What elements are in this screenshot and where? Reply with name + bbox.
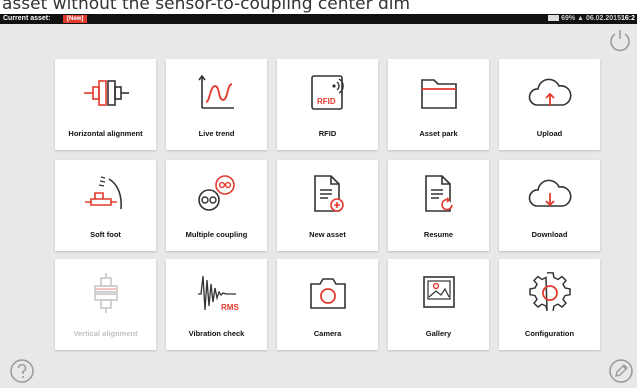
camera-icon [309,278,346,309]
tile-vertical-alignment[interactable]: Vertical alignment [55,259,156,350]
horizontal-alignment-icon [83,80,129,106]
resume-document-icon [424,175,453,212]
status-time: 16:2 [620,15,635,22]
tile-configuration[interactable]: Configuration [499,259,600,350]
tile-live-trend[interactable]: Live trend [166,59,267,150]
tile-vibration-check[interactable]: RMS Vibration check [166,259,267,350]
tile-rfid[interactable]: RFID RFID [277,59,378,150]
tile-soft-foot[interactable]: Soft foot [55,160,156,251]
new-document-icon [313,175,344,212]
battery-icon [548,15,560,21]
tile-label: Camera [313,329,342,338]
tile-label: Multiple coupling [185,230,248,239]
tile-label: Live trend [198,129,235,138]
tile-label: Download [531,230,568,239]
tile-label: Horizontal alignment [68,129,143,138]
tile-label: Soft foot [90,230,121,239]
tile-label: Vertical alignment [73,329,138,338]
tile-camera[interactable]: Camera [277,259,378,350]
status-right: 69% ▲ 06.02.201516:2 [548,14,635,24]
signal-icon: ▲ [577,15,584,22]
cloud-upload-icon [528,78,571,106]
multiple-coupling-icon [197,175,235,211]
current-asset-value[interactable]: [New] [63,15,88,23]
tile-label: New asset [309,230,346,239]
rfid-icon: RFID [310,75,344,110]
gear-icon [528,272,571,311]
gallery-icon [422,276,455,308]
status-bar: Current asset: [New] 69% ▲ 06.02.201516:… [0,14,637,24]
rms-icon-text: RMS [221,303,239,312]
current-asset-label: Current asset: [3,15,51,22]
help-icon[interactable] [9,358,35,384]
tile-upload[interactable]: Upload [499,59,600,150]
rfid-icon-text: RFID [317,97,336,106]
tile-resume[interactable]: Resume [388,160,489,251]
vibration-icon: RMS [197,275,239,312]
tile-new-asset[interactable]: New asset [277,160,378,251]
tile-label: RFID [318,129,337,138]
tile-label: Upload [536,129,563,138]
battery-level: 69% [561,15,576,22]
folder-icon [420,79,457,109]
cloud-download-icon [528,179,571,207]
status-date: 06.02.2015 [585,15,621,22]
tile-asset-park[interactable]: Asset park [388,59,489,150]
tile-gallery[interactable]: Gallery [388,259,489,350]
tile-label: Asset park [419,129,458,138]
soft-foot-icon [84,176,122,210]
tile-label: Configuration [524,329,575,338]
tile-download[interactable]: Download [499,160,600,251]
tile-label: Vibration check [188,329,245,338]
vertical-alignment-icon [93,273,118,313]
power-icon[interactable] [608,28,632,52]
live-trend-icon [197,74,234,109]
tile-multiple-coupling[interactable]: Multiple coupling [166,160,267,251]
tile-horizontal-alignment[interactable]: Horizontal alignment [55,59,156,150]
tile-label: Resume [423,230,454,239]
main-menu-grid: Horizontal alignment Live trend RFID RFI… [55,59,600,355]
tile-label: Gallery [425,329,452,338]
pencil-icon[interactable] [608,358,634,384]
